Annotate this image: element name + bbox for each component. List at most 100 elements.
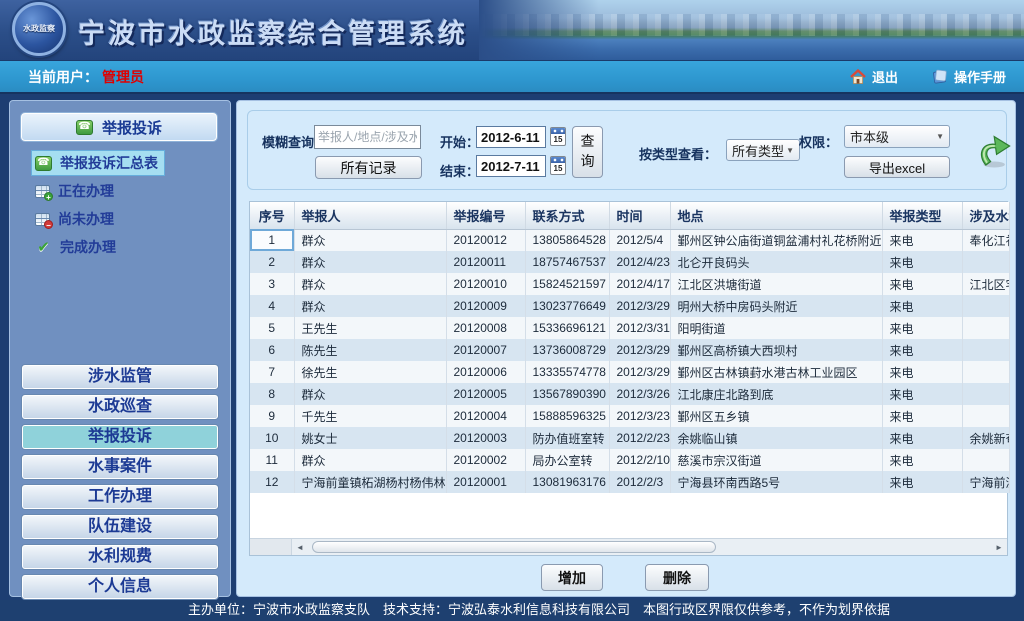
table-cell: 20120007 [446,339,525,361]
type-select[interactable]: 所有类型 ▼ [726,139,800,161]
column-header[interactable]: 举报类型 [882,202,962,229]
logout-button[interactable]: 退出 [850,67,898,86]
start-calendar-icon[interactable]: 15 [550,127,566,146]
refresh-icon[interactable] [974,124,1012,180]
report-table: 序号举报人举报编号联系方式时间地点举报类型涉及水域 1群众20120012138… [249,201,1008,556]
subitem-label: 正在办理 [58,181,114,201]
sidebar-subitem-in-progress[interactable]: +正在办理 [32,179,120,203]
column-header[interactable]: 联系方式 [525,202,609,229]
table-cell: 来电 [882,339,962,361]
table-cell: 群众 [294,449,446,471]
scroll-right-arrow[interactable]: ► [991,539,1007,555]
sidebar-menu-water-fees[interactable]: 水利规费 [22,545,218,569]
table-cell: 15824521597 [525,273,609,295]
table-cell: 20120006 [446,361,525,383]
table-cell: 陈先生 [294,339,446,361]
table-cell: 群众 [294,273,446,295]
manual-button[interactable]: 操作手册 [932,67,1006,86]
table-cell: 鄞州区钟公庙街道铜盆浦村礼花桥附近 [670,229,882,251]
scrollbar-track[interactable] [308,539,991,555]
column-header[interactable]: 涉及水域 [962,202,1009,229]
table-remove-icon: − [35,213,50,226]
table-row[interactable]: 12宁海前童镇柘湖杨村杨伟林20120001130819631762012/2/… [250,471,1009,493]
table-cell: 江北区宅 [962,273,1009,295]
end-date-input[interactable] [476,155,546,177]
table-cell: 2012/3/29 [609,361,670,383]
sidebar-menu-work-handling[interactable]: 工作办理 [22,485,218,509]
delete-button[interactable]: 删除 [645,564,709,591]
header-banner: 水政监察 宁波市水政监察综合管理系统 [0,0,1024,60]
manual-book-icon [932,69,948,84]
sidebar-subitem-completed[interactable]: ✔完成办理 [32,235,122,259]
table-row[interactable]: 7徐先生20120006133355747782012/3/29鄞州区古林镇葑水… [250,361,1009,383]
logo-text: 水政监察 [23,25,55,34]
sidebar-menu-personal-info[interactable]: 个人信息 [22,575,218,599]
add-button[interactable]: 增加 [541,564,603,591]
all-records-button[interactable]: 所有记录 [315,156,422,179]
sidebar-menu-water-cases[interactable]: 水事案件 [22,455,218,479]
table-cell: 鄞州区高桥镇大西坝村 [670,339,882,361]
table-row[interactable]: 8群众20120005135678903902012/3/26江北康庄北路到底来… [250,383,1009,405]
column-header[interactable]: 序号 [250,202,294,229]
table-cell: 6 [250,339,294,361]
table-cell: 20120010 [446,273,525,295]
sidebar-subitem-not-processed[interactable]: −尚未办理 [32,207,120,231]
column-header[interactable]: 时间 [609,202,670,229]
table-cell: 明州大桥中房码头附近 [670,295,882,317]
table-cell: 来电 [882,405,962,427]
sidebar-menu-water-patrol[interactable]: 水政巡查 [22,395,218,419]
table-row[interactable]: 4群众20120009130237766492012/3/29明州大桥中房码头附… [250,295,1009,317]
sidebar-subitem-summary-table[interactable]: ☎举报投诉汇总表 [32,151,164,175]
table-cell: 20120001 [446,471,525,493]
table-cell: 4 [250,295,294,317]
table-row[interactable]: 9千先生20120004158885963252012/3/23鄞州区五乡镇来电 [250,405,1009,427]
start-date-input[interactable] [476,126,546,148]
table-cell [962,405,1009,427]
table-cell: 9 [250,405,294,427]
column-header[interactable]: 地点 [670,202,882,229]
table-header-row: 序号举报人举报编号联系方式时间地点举报类型涉及水域 [250,202,1009,229]
permission-select[interactable]: 市本级 ▼ [844,125,950,148]
table-cell: 余姚新奄 [962,427,1009,449]
sidebar-menu-team-building[interactable]: 队伍建设 [22,515,218,539]
scrollbar-thumb[interactable] [312,541,716,553]
query-button[interactable]: 查询 [572,126,603,178]
table-cell: 12 [250,471,294,493]
end-calendar-icon[interactable]: 15 [550,156,566,175]
export-excel-button[interactable]: 导出excel [844,156,950,178]
table-row[interactable]: 1群众20120012138058645282012/5/4鄞州区钟公庙街道铜盆… [250,229,1009,251]
calendar-day: 15 [551,163,565,174]
table-cell: 20120003 [446,427,525,449]
table-cell: 宁海县环南西路5号 [670,471,882,493]
table-row[interactable]: 10姚女士20120003防办值班室转2012/2/23余姚临山镇来电余姚新奄 [250,427,1009,449]
table-cell [962,383,1009,405]
scroll-left-arrow[interactable]: ◄ [292,539,308,555]
table-cell: 11 [250,449,294,471]
table-row[interactable]: 6陈先生20120007137360087292012/3/29鄞州区高桥镇大西… [250,339,1009,361]
table-cell: 2 [250,251,294,273]
table-row[interactable]: 2群众20120011187574675372012/4/23北仑开良码头来电 [250,251,1009,273]
calendar-day: 15 [551,134,565,145]
table-row[interactable]: 11群众20120002局办公室转2012/2/10慈溪市宗汉街道来电 [250,449,1009,471]
table-cell: 来电 [882,295,962,317]
horizontal-scrollbar[interactable]: ◄ ► [250,538,1007,555]
table-cell: 2012/3/31 [609,317,670,339]
end-date-label: 结束： [440,161,479,180]
table-cell: 宁海前溪 [962,471,1009,493]
sidebar-menu-water-supervision[interactable]: 涉水监管 [22,365,218,389]
table-row[interactable]: 5王先生20120008153366961212012/3/31阳明街道来电 [250,317,1009,339]
subitem-label: 完成办理 [60,237,116,257]
table-cell: 来电 [882,471,962,493]
table-cell: 2012/5/4 [609,229,670,251]
table-cell: 奉化江礼 [962,229,1009,251]
table-cell: 北仑开良码头 [670,251,882,273]
column-header[interactable]: 举报编号 [446,202,525,229]
main-panel: 模糊查询： 所有记录 开始： 15 结束： 15 查询 按类型查看： 所有类型 … [236,100,1016,597]
table-cell: 13805864528 [525,229,609,251]
sidebar-section-report-complaint[interactable]: ☎ 举报投诉 [21,113,217,141]
column-header[interactable]: 举报人 [294,202,446,229]
home-icon [850,69,866,84]
fuzzy-query-input[interactable] [314,125,421,149]
sidebar-menu-report-complaint[interactable]: 举报投诉 [22,425,218,449]
table-row[interactable]: 3群众20120010158245215972012/4/17江北区洪塘街道来电… [250,273,1009,295]
